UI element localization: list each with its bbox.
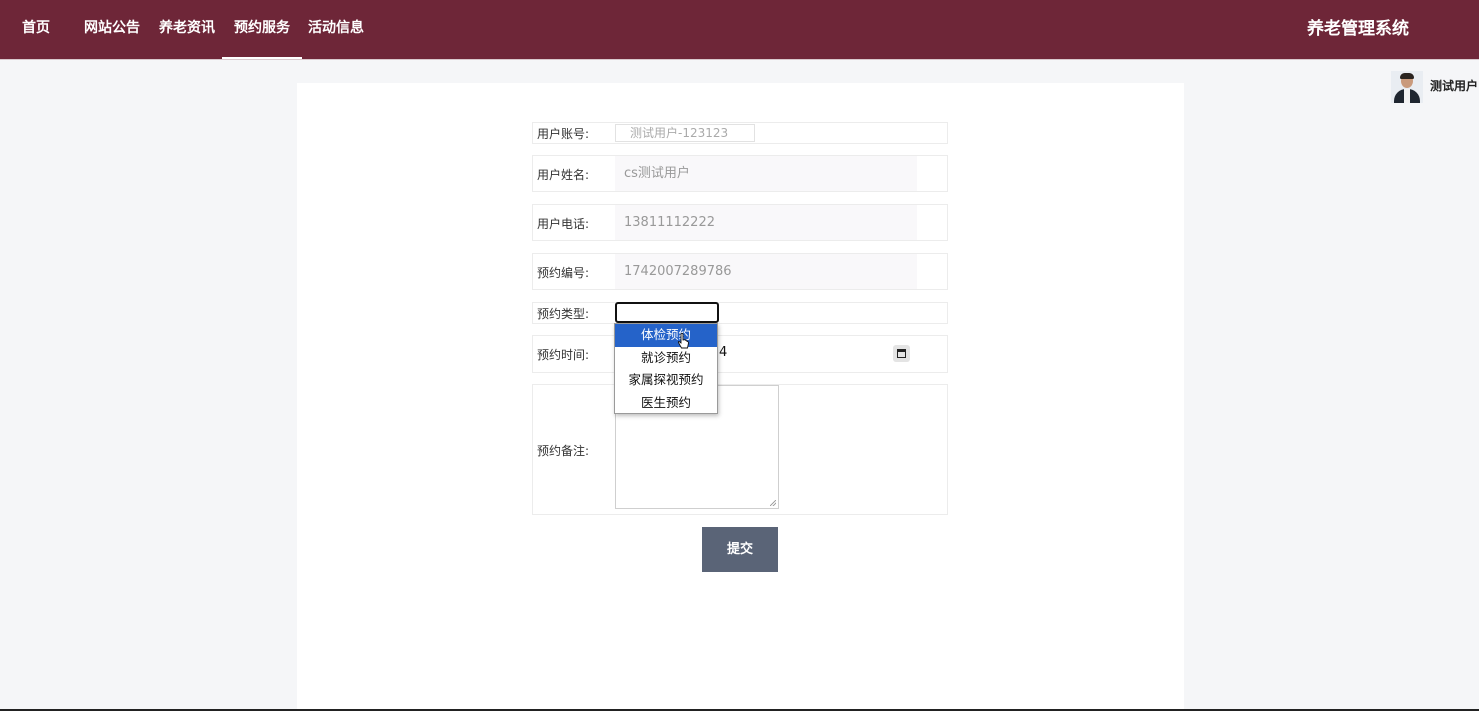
nav-item-announcements[interactable]: 网站公告 [84, 0, 140, 59]
booking-type-dropdown-list: 体检预约 就诊预约 家属探视预约 医生预约 [614, 323, 718, 414]
site-brand-title: 养老管理系统 [1307, 19, 1409, 39]
user-name[interactable]: 测试用户 [1430, 71, 1478, 101]
name-input[interactable]: cs测试用户 [615, 156, 917, 191]
submit-button[interactable]: 提交 [702, 527, 778, 572]
nav-item-news[interactable]: 养老资讯 [159, 0, 215, 59]
phone-input[interactable]: 13811112222 [615, 205, 917, 240]
form-row-booking-type: 预约类型: [532, 302, 948, 324]
form-row-booking-time: 预约时间: 4 [532, 335, 948, 373]
booking-number-label: 预约编号: [537, 266, 590, 280]
form-row-remark: 预约备注: [532, 384, 948, 515]
option-medical-visit[interactable]: 就诊预约 [615, 347, 717, 370]
phone-label: 用户电话: [537, 217, 590, 231]
form-row-name: 用户姓名: cs测试用户 [532, 155, 948, 192]
form-row-account: 用户账号: 测试用户-123123 [532, 122, 948, 144]
user-menu[interactable]: 测试用户 [1391, 71, 1479, 104]
name-label: 用户姓名: [537, 168, 590, 182]
form-row-phone: 用户电话: 13811112222 [532, 204, 948, 241]
account-label: 用户账号: [537, 127, 590, 141]
booking-type-label: 预约类型: [537, 307, 590, 321]
booking-time-label: 预约时间: [537, 348, 590, 362]
calendar-icon[interactable] [893, 345, 910, 362]
booking-type-select[interactable] [615, 302, 719, 323]
option-family-visit[interactable]: 家属探视预约 [615, 369, 717, 392]
account-field: 测试用户-123123 [615, 124, 755, 142]
top-navigation-bar: 首页 网站公告 养老资讯 预约服务 活动信息 养老管理系统 [0, 0, 1479, 60]
option-physical-exam[interactable]: 体检预约 [615, 324, 717, 347]
nav-item-booking-service[interactable]: 预约服务 [222, 0, 302, 59]
form-row-booking-number: 预约编号: 1742007289786 [532, 253, 948, 290]
nav-item-activities[interactable]: 活动信息 [308, 0, 364, 59]
booking-number-input[interactable]: 1742007289786 [615, 254, 917, 289]
booking-time-input[interactable]: 4 [719, 345, 727, 360]
option-doctor-appointment[interactable]: 医生预约 [615, 392, 717, 415]
remark-label: 预约备注: [537, 444, 590, 458]
avatar[interactable] [1391, 71, 1423, 103]
cursor-pointer-icon [677, 333, 689, 349]
nav-item-home[interactable]: 首页 [22, 0, 50, 59]
